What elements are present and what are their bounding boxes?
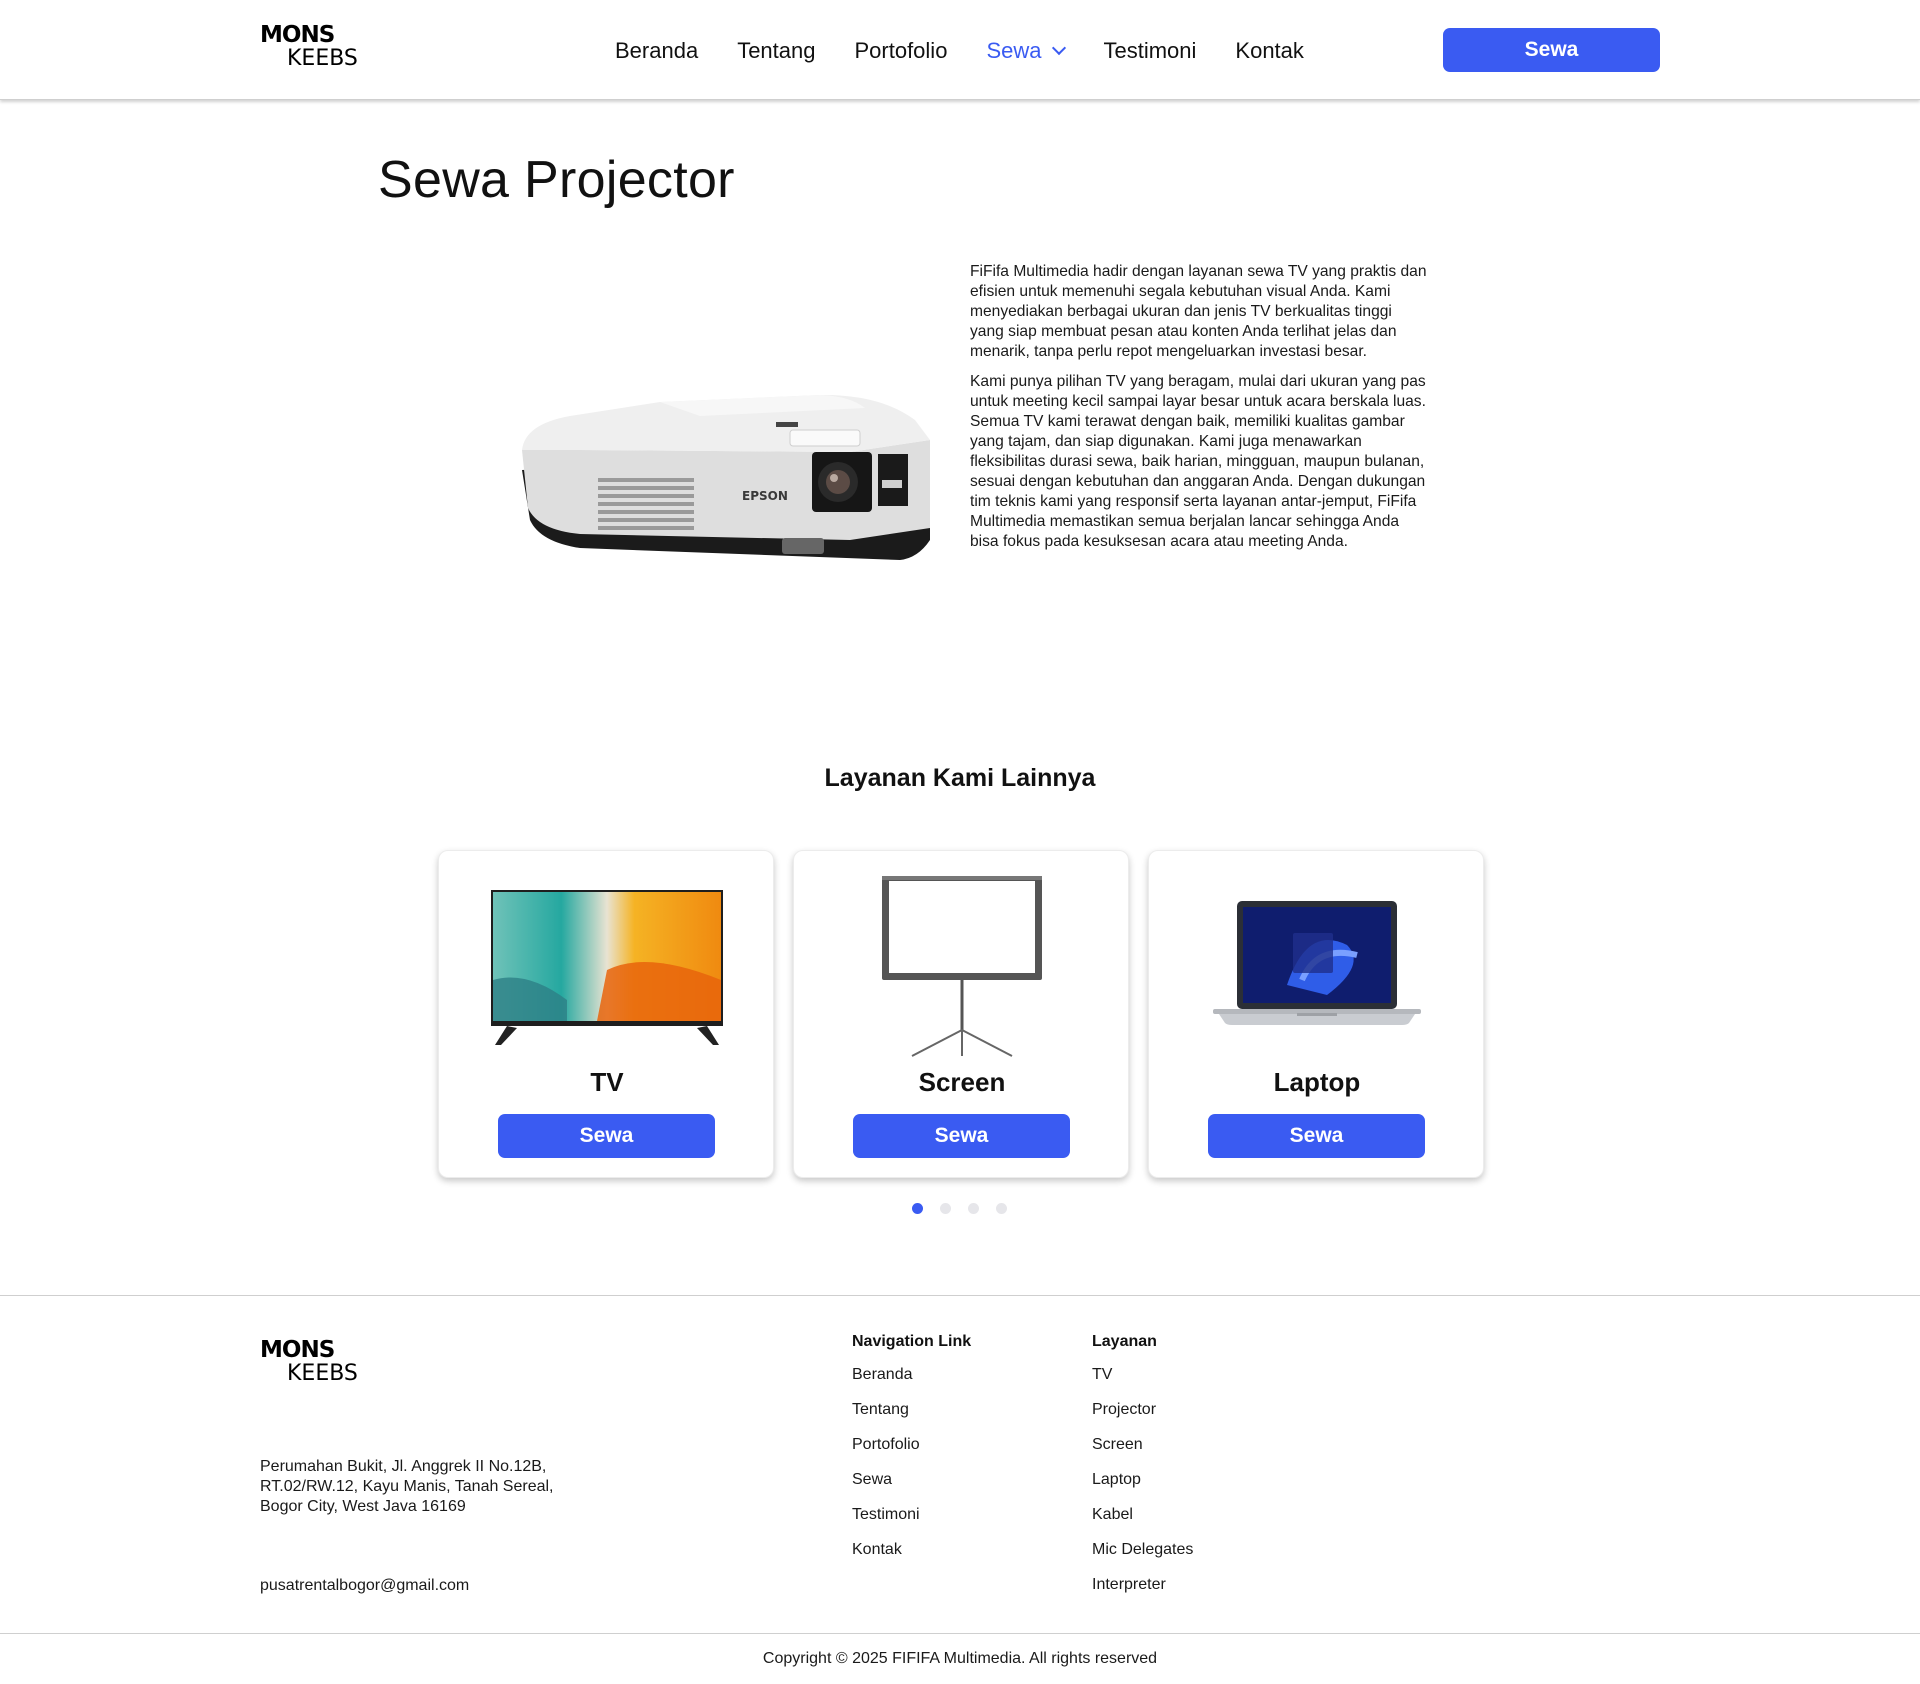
card-title-screen: Screen <box>918 1067 1006 1097</box>
chevron-down-icon <box>1052 40 1067 56</box>
footer-logo-line-1: MONS <box>260 1337 335 1363</box>
header-logo[interactable]: MONS KEEBS <box>260 24 358 70</box>
footer-link-tv[interactable]: TV <box>1092 1365 1193 1400</box>
footer-services-heading: Layanan <box>1092 1333 1157 1350</box>
page-title: Sewa Projector <box>378 151 735 209</box>
footer-link-sewa[interactable]: Sewa <box>852 1470 971 1505</box>
nav-item-portofolio[interactable]: Portofolio <box>854 38 947 64</box>
footer-link-tentang[interactable]: Tentang <box>852 1400 971 1435</box>
nav-item-beranda[interactable]: Beranda <box>615 38 698 64</box>
carousel-dot-3[interactable] <box>968 1203 979 1214</box>
footer-link-mic-delegates[interactable]: Mic Delegates <box>1092 1540 1193 1575</box>
sewa-screen-button[interactable]: Sewa <box>853 1114 1070 1158</box>
footer-bottom-divider <box>0 1633 1920 1634</box>
footer-logo-line-2: KEEBS <box>287 1361 358 1386</box>
sewa-tv-button[interactable]: Sewa <box>498 1114 715 1158</box>
site-header: MONS KEEBS Beranda Tentang Portofolio Se… <box>0 0 1920 100</box>
card-title-laptop: Laptop <box>1273 1067 1361 1097</box>
footer-link-portofolio[interactable]: Portofolio <box>852 1435 971 1470</box>
sewa-laptop-button[interactable]: Sewa <box>1208 1114 1425 1158</box>
footer-services-column: Layanan TV Projector Screen Laptop Kabel… <box>1092 1333 1193 1610</box>
carousel-dot-4[interactable] <box>996 1203 1007 1214</box>
footer-link-testimoni[interactable]: Testimoni <box>852 1505 971 1540</box>
nav-item-testimoni[interactable]: Testimoni <box>1103 38 1196 64</box>
main-nav: Beranda Tentang Portofolio Sewa Testimon… <box>615 38 1343 64</box>
service-card-screen: Screen Sewa <box>793 850 1129 1178</box>
nav-item-tentang[interactable]: Tentang <box>737 38 815 64</box>
service-description: FiFifa Multimedia hadir dengan layanan s… <box>970 262 1430 562</box>
projector-screen-image <box>794 865 1130 1065</box>
footer-link-kontak[interactable]: Kontak <box>852 1540 971 1575</box>
header-sewa-button[interactable]: Sewa <box>1443 28 1660 72</box>
footer-link-interpreter[interactable]: Interpreter <box>1092 1575 1193 1610</box>
epson-projector-image: EPSON <box>520 390 930 570</box>
logo-line-1: MONS <box>260 22 335 48</box>
carousel-dot-1[interactable] <box>912 1203 923 1214</box>
laptop-image <box>1149 865 1485 1065</box>
tv-image <box>439 865 775 1065</box>
section-title: Layanan Kami Lainnya <box>824 764 1096 792</box>
footer-link-beranda[interactable]: Beranda <box>852 1365 971 1400</box>
carousel-pagination <box>912 1203 1024 1214</box>
epson-brand-label: EPSON <box>742 489 788 503</box>
footer-email[interactable]: pusatrentalbogor@gmail.com <box>260 1577 469 1595</box>
description-paragraph-1: FiFifa Multimedia hadir dengan layanan s… <box>970 263 1427 360</box>
footer-link-kabel[interactable]: Kabel <box>1092 1505 1193 1540</box>
footer-link-laptop[interactable]: Laptop <box>1092 1470 1193 1505</box>
carousel-dot-2[interactable] <box>940 1203 951 1214</box>
footer-link-screen[interactable]: Screen <box>1092 1435 1193 1470</box>
description-paragraph-2: Kami punya pilihan TV yang beragam, mula… <box>970 373 1426 550</box>
card-title-tv: TV <box>590 1067 624 1097</box>
footer-nav-heading: Navigation Link <box>852 1333 972 1350</box>
copyright-text: Copyright © 2025 FIFIFA Multimedia. All … <box>762 1650 1158 1667</box>
nav-item-sewa[interactable]: Sewa <box>986 38 1067 64</box>
nav-item-kontak[interactable]: Kontak <box>1235 38 1304 64</box>
footer-logo[interactable]: MONS KEEBS <box>260 1339 358 1385</box>
nav-item-sewa-label: Sewa <box>986 38 1042 63</box>
footer-top-divider <box>0 1295 1920 1296</box>
service-card-tv: TV Sewa <box>438 850 774 1178</box>
service-card-laptop: Laptop Sewa <box>1148 850 1484 1178</box>
footer-link-projector[interactable]: Projector <box>1092 1400 1193 1435</box>
footer-nav-column: Navigation Link Beranda Tentang Portofol… <box>852 1333 971 1575</box>
footer-address: Perumahan Bukit, Jl. Anggrek II No.12B, … <box>260 1458 554 1515</box>
logo-line-2: KEEBS <box>287 46 358 71</box>
